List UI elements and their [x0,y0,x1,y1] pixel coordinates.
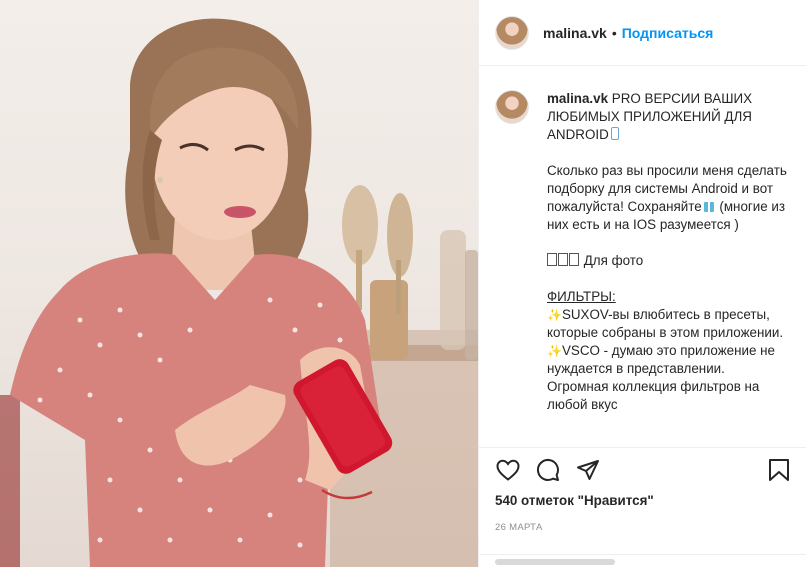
instagram-post-dialog: malina.vk • Подписаться malina.vk PRO ВЕ… [0,0,806,567]
missing-glyph-icon [569,253,579,266]
follow-button[interactable]: Подписаться [622,25,714,41]
sparkles-icon: ✨ [547,344,562,358]
comment-placeholder [495,559,615,565]
caption-avatar[interactable] [495,90,529,124]
caption-item-1: ✨SUXOV-вы влюбитесь в пресеты, которые с… [547,306,787,342]
caption-text: malina.vk PRO ВЕРСИИ ВАШИХ ЛЮБИМЫХ ПРИЛО… [547,90,787,414]
caption-username-link[interactable]: malina.vk [547,91,608,106]
post-photo[interactable] [0,0,478,567]
caption-photo-line: Для фото [547,252,787,270]
caption-row: malina.vk PRO ВЕРСИИ ВАШИХ ЛЮБИМЫХ ПРИЛО… [479,66,806,414]
caption-photo-text: Для фото [583,253,644,268]
filters-heading: ФИЛЬТРЫ: [547,289,616,304]
add-comment-bar[interactable] [479,554,806,567]
caption-title-line: malina.vk PRO ВЕРСИИ ВАШИХ ЛЮБИМЫХ ПРИЛО… [547,90,787,144]
save-button[interactable] [766,457,792,483]
caption-item2-text: VSCO - думаю это приложение не нуждается… [547,343,775,412]
post-photo-illustration [0,18,478,567]
avatar[interactable] [495,15,529,50]
post-date[interactable]: 26 марта [479,522,806,533]
gift-emoji-icon [703,202,714,212]
post-actions: 540 отметок "Нравится" 26 марта [479,447,806,567]
likes-count[interactable]: 540 отметок "Нравится" [479,492,806,510]
separator-dot: • [611,24,617,41]
like-button[interactable] [495,457,521,483]
post-side-panel: malina.vk • Подписаться malina.vk PRO ВЕ… [478,0,806,567]
username-link[interactable]: malina.vk [543,25,607,41]
missing-glyph-icon [558,253,568,266]
share-button[interactable] [575,457,601,483]
caption-save-word: Сохраняйте [627,199,702,214]
sparkles-icon: ✨ [547,308,562,322]
caption-item1-text: SUXOV-вы влюбитесь в пресеты, которые со… [547,307,784,340]
action-icons-row [479,448,806,492]
comment-button[interactable] [535,457,561,483]
bookmark-icon [769,459,789,481]
share-icon [577,460,599,480]
phone-emoji-icon [610,127,619,140]
caption-item-2: ✨VSCO - думаю это приложение не нуждаетс… [547,342,787,414]
post-header: malina.vk • Подписаться [479,0,806,66]
missing-glyph-icon [547,253,557,266]
caption-scroll-area[interactable]: malina.vk PRO ВЕРСИИ ВАШИХ ЛЮБИМЫХ ПРИЛО… [479,66,806,447]
comment-icon [536,458,559,481]
heart-icon [496,459,520,481]
caption-paragraph-1: Сколько раз вы просили меня сделать подб… [547,162,787,234]
